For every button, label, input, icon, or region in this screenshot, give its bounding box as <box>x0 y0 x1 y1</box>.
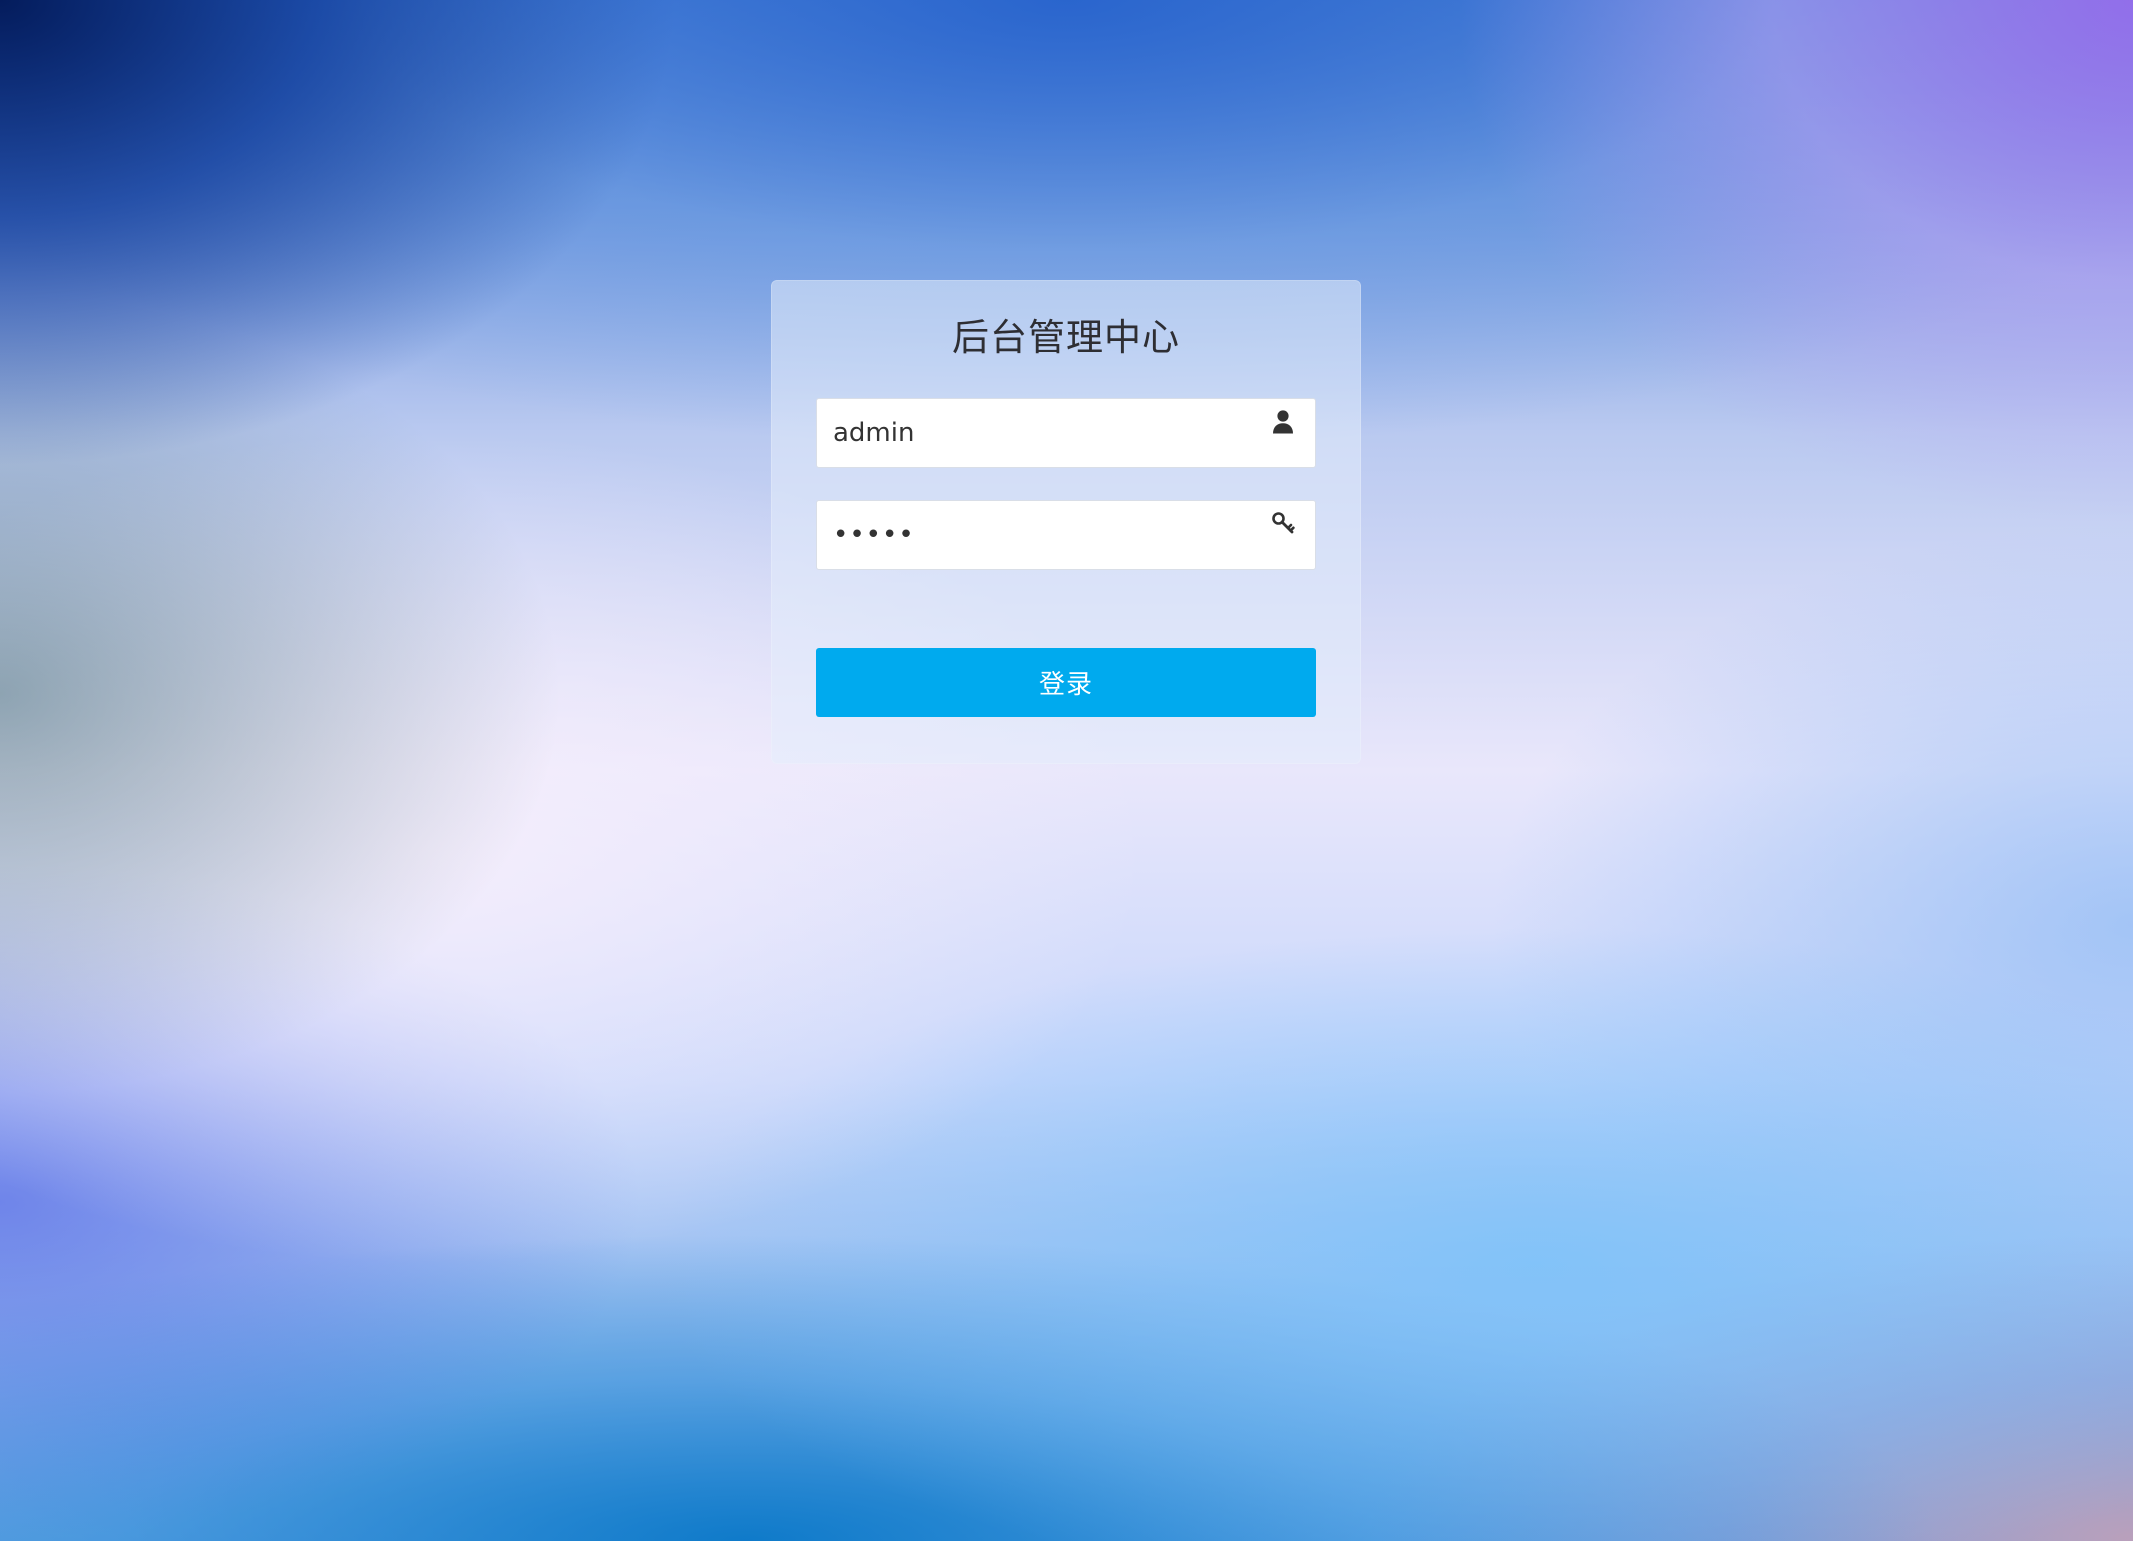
password-input[interactable] <box>817 501 1315 569</box>
login-button[interactable]: 登录 <box>816 648 1316 717</box>
password-field[interactable] <box>816 500 1316 570</box>
username-field[interactable] <box>816 398 1316 468</box>
username-input[interactable] <box>817 399 1315 467</box>
login-card: 后台管理中心 登录 <box>771 280 1361 764</box>
user-icon <box>1271 409 1295 435</box>
page-title: 后台管理中心 <box>952 316 1180 359</box>
key-icon <box>1271 511 1295 537</box>
